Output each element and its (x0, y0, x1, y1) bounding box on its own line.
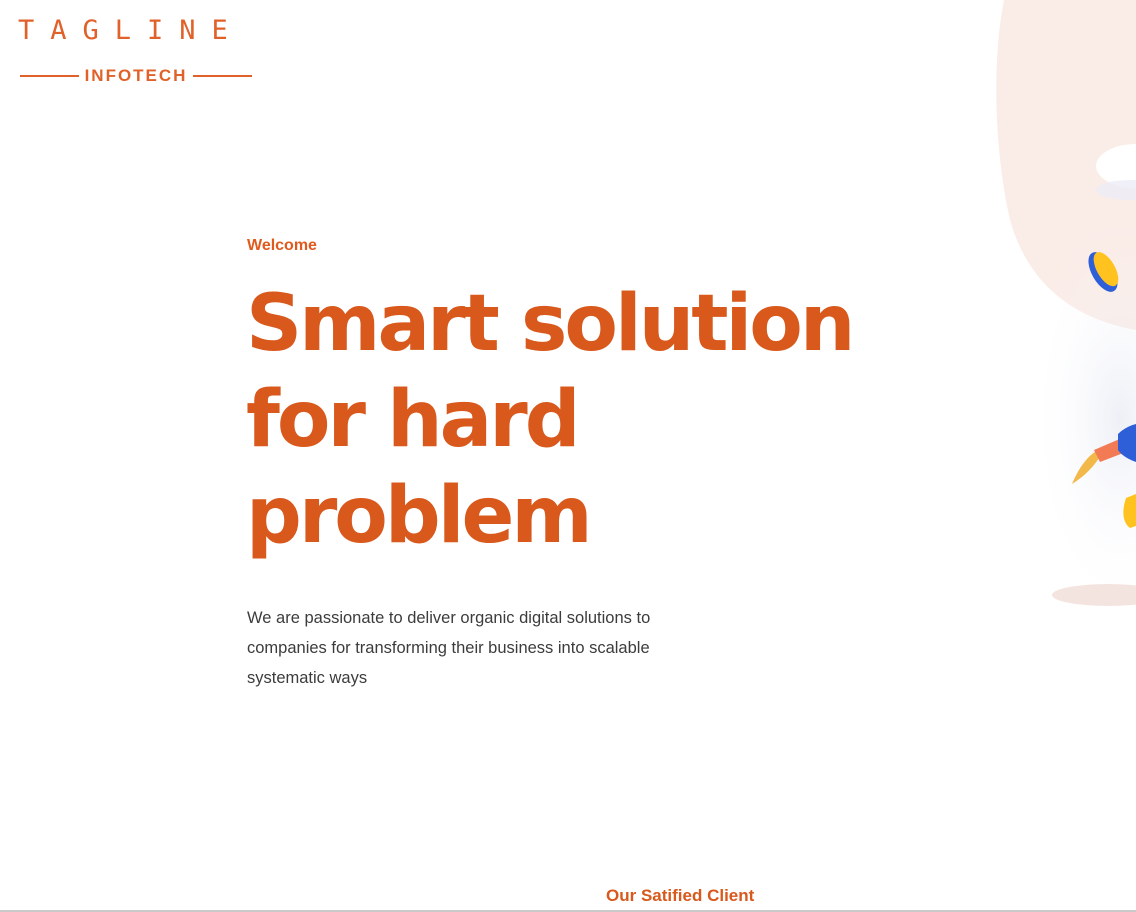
person-with-coin-illustration (996, 0, 1136, 620)
ground-shadow-shape (1052, 584, 1136, 606)
hero-description: We are passionate to deliver organic dig… (247, 609, 651, 687)
hero-eyebrow: Welcome (247, 237, 317, 254)
company-logo[interactable]: TAGLINE INFOTECH (18, 15, 254, 85)
logo-rule-right (193, 75, 253, 77)
logo-subtitle: INFOTECH (84, 66, 188, 85)
logo-rule-left (20, 75, 79, 77)
hero-headline: Smart solution for hard problem (246, 279, 855, 561)
logo-wordmark: TAGLINE (18, 15, 244, 46)
clients-section-heading: Our Satified Client (606, 886, 755, 905)
logo-subline: INFOTECH (20, 66, 253, 86)
